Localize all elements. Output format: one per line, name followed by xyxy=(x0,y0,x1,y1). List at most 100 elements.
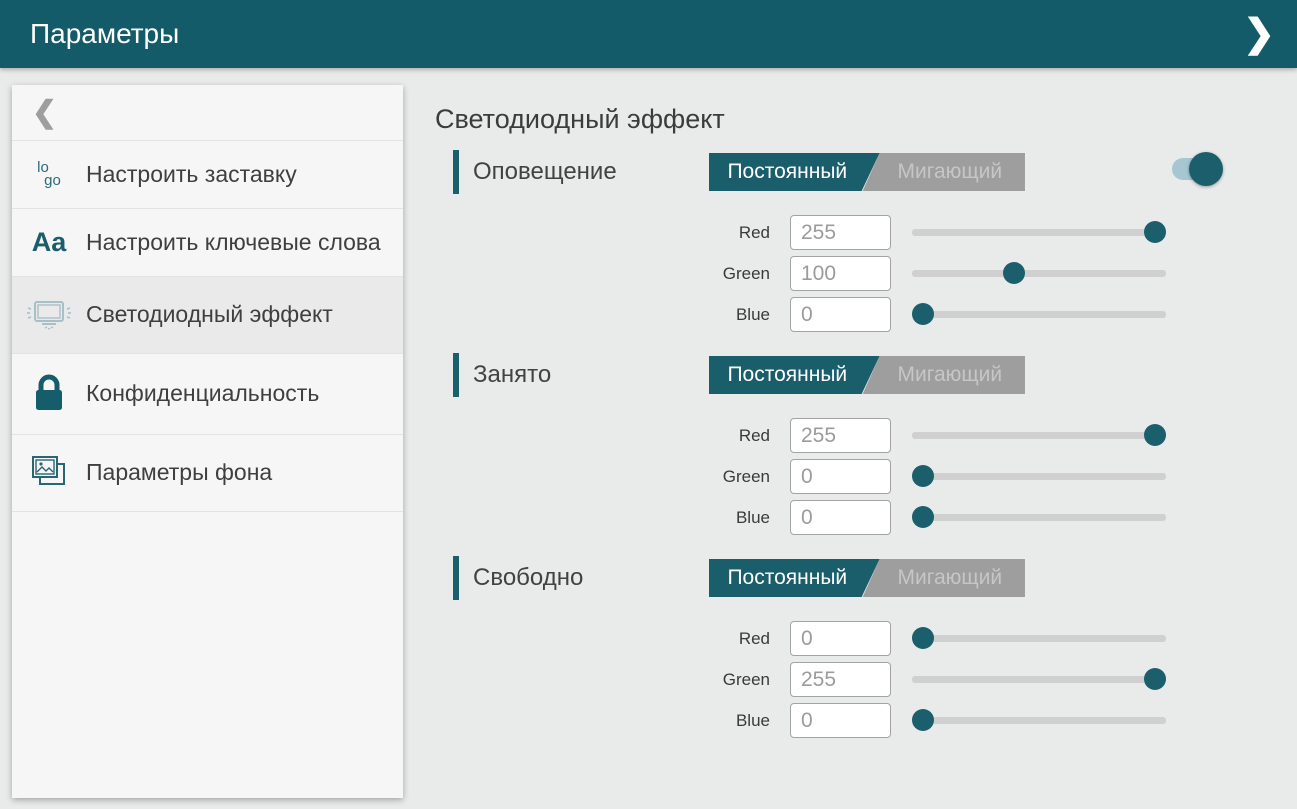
mode-option-label: Постоянный xyxy=(727,160,861,184)
section-notification: Оповещение Мигающий Постоянный Red xyxy=(435,150,1297,335)
led-effect-panel: Светодиодный эффект Оповещение Мигающий … xyxy=(435,68,1297,809)
mode-option-blinking[interactable]: Мигающий xyxy=(861,356,1025,394)
slider-thumb[interactable] xyxy=(912,709,934,731)
blue-slider[interactable] xyxy=(912,497,1166,538)
mode-option-blinking[interactable]: Мигающий xyxy=(861,559,1025,597)
green-slider[interactable] xyxy=(912,659,1166,700)
slider-thumb[interactable] xyxy=(912,465,934,487)
red-value-input[interactable] xyxy=(790,418,891,453)
section-accent-bar xyxy=(453,353,459,397)
slider-track xyxy=(912,473,1166,480)
slider-thumb[interactable] xyxy=(912,303,934,325)
red-value-input[interactable] xyxy=(790,215,891,250)
green-label: Green xyxy=(435,467,790,487)
section-free: Свободно Мигающий Постоянный Red xyxy=(435,556,1297,741)
blue-label: Blue xyxy=(435,711,790,731)
sidebar: ❮ lo go Настроить заставку Aa Настроить … xyxy=(12,85,403,798)
sidebar-item-label: Светодиодный эффект xyxy=(86,300,333,329)
blue-label: Blue xyxy=(435,508,790,528)
mode-option-label: Мигающий xyxy=(884,160,1003,184)
blue-value-input[interactable] xyxy=(790,703,891,738)
section-title: Свободно xyxy=(473,556,583,600)
mode-option-label: Постоянный xyxy=(727,566,861,590)
green-label: Green xyxy=(435,670,790,690)
blue-slider[interactable] xyxy=(912,294,1166,335)
slider-track xyxy=(912,270,1166,277)
sidebar-item-label: Конфиденциальность xyxy=(86,379,319,408)
rgb-row-green: Green xyxy=(435,659,1297,700)
sidebar-item-label: Параметры фона xyxy=(86,458,272,487)
collapse-panel-chevron-icon[interactable]: ❯ xyxy=(1243,0,1297,68)
slider-track xyxy=(912,229,1166,236)
rgb-row-green: Green xyxy=(435,253,1297,294)
sidebar-item-privacy[interactable]: Конфиденциальность xyxy=(12,354,403,435)
notification-toggle-switch[interactable] xyxy=(1172,152,1224,186)
sidebar-item-label: Настроить ключевые слова xyxy=(86,228,381,257)
section-accent-bar xyxy=(453,150,459,194)
toggle-thumb xyxy=(1189,152,1223,186)
rgb-row-green: Green xyxy=(435,456,1297,497)
slider-thumb[interactable] xyxy=(912,627,934,649)
blue-label: Blue xyxy=(435,305,790,325)
panel-title: Светодиодный эффект xyxy=(435,102,1297,136)
rgb-row-blue: Blue xyxy=(435,294,1297,335)
rgb-row-red: Red xyxy=(435,212,1297,253)
green-slider[interactable] xyxy=(912,456,1166,497)
sidebar-item-keywords[interactable]: Aa Настроить ключевые слова xyxy=(12,209,403,277)
red-label: Red xyxy=(435,223,790,243)
sidebar-item-led-effect[interactable]: Светодиодный эффект xyxy=(12,277,403,354)
mode-segmented-control: Мигающий Постоянный xyxy=(709,153,1025,191)
green-value-input[interactable] xyxy=(790,459,891,494)
app-header: Параметры ❯ xyxy=(0,0,1297,68)
slider-track xyxy=(912,311,1166,318)
slider-thumb[interactable] xyxy=(1003,262,1025,284)
rgb-row-red: Red xyxy=(435,618,1297,659)
lock-icon xyxy=(12,373,86,415)
sidebar-item-background[interactable]: Параметры фона xyxy=(12,435,403,512)
sidebar-back-button[interactable]: ❮ xyxy=(12,85,403,141)
aa-icon: Aa xyxy=(12,229,86,256)
led-monitor-icon xyxy=(12,296,86,334)
slider-track xyxy=(912,676,1166,683)
sidebar-item-screensaver[interactable]: lo go Настроить заставку xyxy=(12,141,403,209)
mode-option-constant[interactable]: Постоянный xyxy=(709,559,880,597)
sidebar-item-label: Настроить заставку xyxy=(86,160,297,189)
mode-option-label: Мигающий xyxy=(884,566,1003,590)
logo-icon: lo go xyxy=(12,161,86,187)
mode-option-label: Постоянный xyxy=(727,363,861,387)
green-slider[interactable] xyxy=(912,253,1166,294)
red-slider[interactable] xyxy=(912,415,1166,456)
slider-thumb[interactable] xyxy=(1144,221,1166,243)
blue-value-input[interactable] xyxy=(790,297,891,332)
mode-segmented-control: Мигающий Постоянный xyxy=(709,356,1025,394)
slider-track xyxy=(912,717,1166,724)
mode-option-constant[interactable]: Постоянный xyxy=(709,356,880,394)
rgb-row-red: Red xyxy=(435,415,1297,456)
red-label: Red xyxy=(435,629,790,649)
background-images-icon xyxy=(12,454,86,492)
blue-slider[interactable] xyxy=(912,700,1166,741)
slider-track xyxy=(912,432,1166,439)
section-title: Оповещение xyxy=(473,150,617,194)
section-title: Занято xyxy=(473,353,551,397)
slider-track xyxy=(912,514,1166,521)
mode-segmented-control: Мигающий Постоянный xyxy=(709,559,1025,597)
slider-thumb[interactable] xyxy=(1144,424,1166,446)
green-label: Green xyxy=(435,264,790,284)
section-busy: Занято Мигающий Постоянный Red xyxy=(435,353,1297,538)
mode-option-blinking[interactable]: Мигающий xyxy=(861,153,1025,191)
mode-option-label: Мигающий xyxy=(884,363,1003,387)
red-slider[interactable] xyxy=(912,212,1166,253)
blue-value-input[interactable] xyxy=(790,500,891,535)
slider-thumb[interactable] xyxy=(912,506,934,528)
mode-option-constant[interactable]: Постоянный xyxy=(709,153,880,191)
red-value-input[interactable] xyxy=(790,621,891,656)
red-slider[interactable] xyxy=(912,618,1166,659)
back-chevron-icon: ❮ xyxy=(32,95,57,130)
slider-thumb[interactable] xyxy=(1144,668,1166,690)
rgb-row-blue: Blue xyxy=(435,497,1297,538)
green-value-input[interactable] xyxy=(790,256,891,291)
page-title: Параметры xyxy=(0,18,179,50)
red-label: Red xyxy=(435,426,790,446)
green-value-input[interactable] xyxy=(790,662,891,697)
